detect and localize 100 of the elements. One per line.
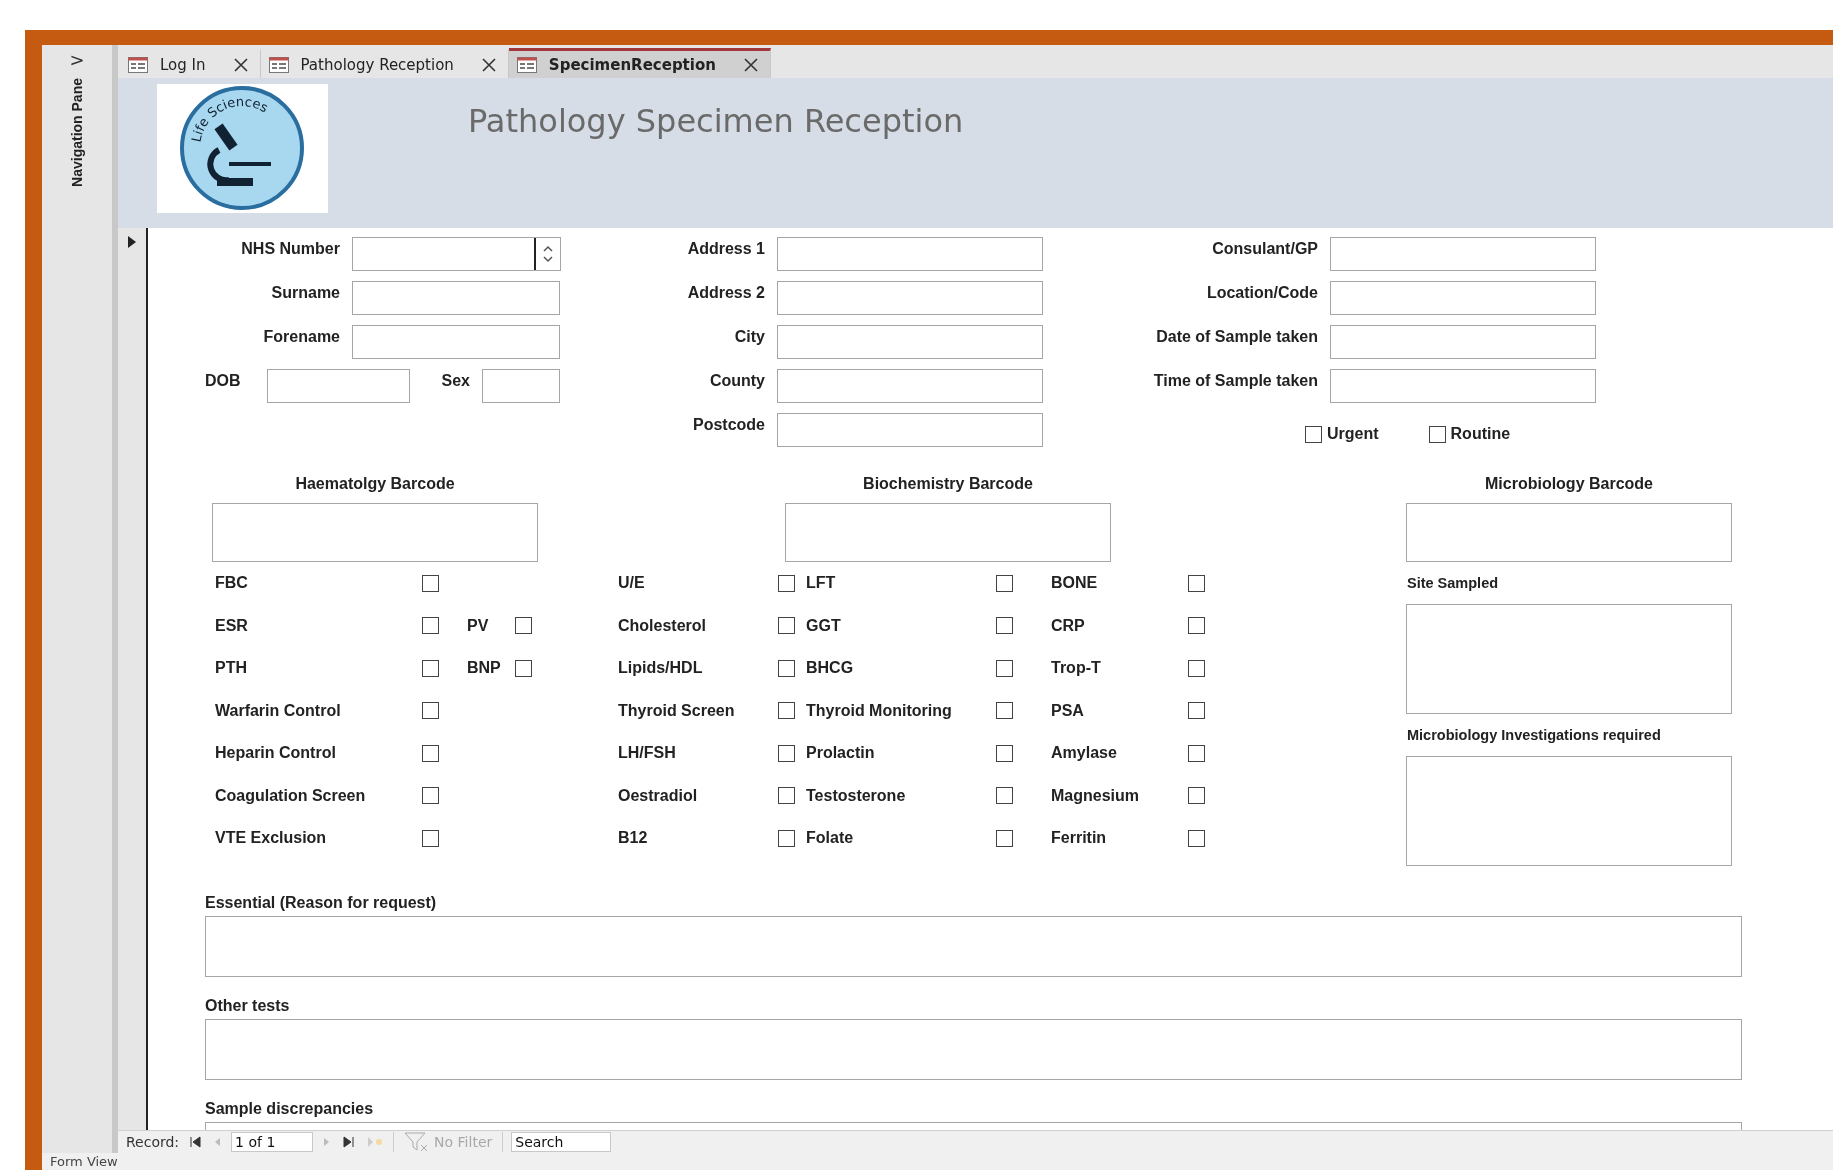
checkbox[interactable] xyxy=(515,617,532,635)
checkbox[interactable] xyxy=(1188,829,1205,847)
input-field[interactable] xyxy=(352,281,560,315)
checkbox[interactable] xyxy=(778,787,795,805)
checkbox[interactable] xyxy=(422,787,439,805)
field-label: Other tests xyxy=(205,997,290,1015)
field-label: Essential (Reason for request) xyxy=(205,894,437,912)
input-field[interactable] xyxy=(267,369,410,403)
test-label: Ferritin xyxy=(1051,829,1108,848)
checkbox[interactable] xyxy=(1188,574,1205,592)
close-icon[interactable] xyxy=(743,57,758,72)
test-label: FBC xyxy=(215,574,249,593)
checkbox[interactable] xyxy=(996,787,1013,805)
expand-button[interactable]: > xyxy=(65,49,89,70)
checkbox[interactable] xyxy=(996,659,1013,677)
checkbox[interactable] xyxy=(1188,787,1205,805)
field-label: Date of Sample taken xyxy=(1156,328,1318,345)
checkbox[interactable] xyxy=(778,702,795,720)
checkbox[interactable] xyxy=(422,702,439,720)
field-label: Location/Code xyxy=(1206,284,1318,301)
document-tab[interactable]: SpecimenReception xyxy=(508,48,771,78)
checkbox[interactable] xyxy=(996,744,1013,762)
field-label: Postcode xyxy=(693,416,765,433)
input-field[interactable] xyxy=(777,237,1043,271)
checkbox[interactable] xyxy=(778,829,795,847)
checkbox[interactable] xyxy=(1305,425,1322,443)
test-label: LFT xyxy=(806,574,837,593)
checkbox[interactable] xyxy=(515,659,532,677)
barcode-field[interactable] xyxy=(1406,503,1732,562)
checkbox[interactable] xyxy=(996,574,1013,592)
test-label: VTE Exclusion xyxy=(215,829,328,848)
form-icon xyxy=(128,56,148,73)
checkbox[interactable] xyxy=(1188,659,1205,677)
checkbox[interactable] xyxy=(778,744,795,762)
field-label: Address 2 xyxy=(687,284,765,301)
checkbox[interactable] xyxy=(1188,702,1205,720)
test-label: Prolactin xyxy=(806,744,876,763)
checkbox[interactable] xyxy=(778,659,795,677)
input-field[interactable] xyxy=(777,281,1043,315)
status-bar-text: Form View xyxy=(50,1154,118,1169)
input-field[interactable] xyxy=(1330,281,1596,315)
barcode-field[interactable] xyxy=(785,503,1111,562)
test-label: Warfarin Control xyxy=(215,701,342,720)
test-label: Trop-T xyxy=(1051,659,1102,678)
checkbox[interactable] xyxy=(1188,744,1205,762)
field-label: Address 1 xyxy=(687,240,765,257)
input-field[interactable] xyxy=(1330,325,1596,359)
test-label: Thyroid Monitoring xyxy=(806,701,953,720)
checkbox[interactable] xyxy=(996,829,1013,847)
checkbox[interactable] xyxy=(422,744,439,762)
test-label: Amylase xyxy=(1051,744,1118,763)
close-icon[interactable] xyxy=(481,57,496,72)
input-field[interactable] xyxy=(1330,369,1596,403)
field-label: Sex xyxy=(441,372,470,389)
section-heading: Biochemistry Barcode xyxy=(863,475,1033,493)
test-label: Thyroid Screen xyxy=(618,701,736,720)
checkbox[interactable] xyxy=(778,574,795,592)
number-spin-field[interactable] xyxy=(352,237,561,271)
checkbox[interactable] xyxy=(422,574,439,592)
test-label: Testosterone xyxy=(806,786,907,805)
checkbox[interactable] xyxy=(996,702,1013,720)
checkbox[interactable] xyxy=(1428,425,1446,443)
field-label: DOB xyxy=(205,372,241,389)
record-position-field[interactable]: 1 of 1 xyxy=(231,1132,314,1152)
spin-arrows-icon[interactable] xyxy=(542,243,554,265)
input-field[interactable] xyxy=(1406,756,1732,866)
test-label: CRP xyxy=(1051,616,1086,635)
checkbox[interactable] xyxy=(422,659,439,677)
test-label: LH/FSH xyxy=(618,744,677,763)
checkbox[interactable] xyxy=(778,617,795,635)
barcode-field[interactable] xyxy=(212,503,538,562)
input-field[interactable] xyxy=(482,369,560,403)
test-label: Oestradiol xyxy=(618,786,699,805)
input-field[interactable] xyxy=(777,413,1043,447)
field-label: Forename xyxy=(263,328,340,345)
field-label: County xyxy=(709,372,765,389)
checkbox[interactable] xyxy=(1188,617,1205,635)
field-label: Consulant/GP xyxy=(1212,240,1318,257)
field-label: Time of Sample taken xyxy=(1153,372,1318,389)
form-title: Pathology Specimen Reception xyxy=(468,102,964,140)
form-icon xyxy=(268,56,289,73)
test-label: BONE xyxy=(1051,574,1099,593)
test-label: Heparin Control xyxy=(215,744,337,763)
record-selector-icon[interactable] xyxy=(127,236,137,248)
search-field[interactable]: Search xyxy=(511,1132,612,1152)
input-field[interactable] xyxy=(777,369,1043,403)
first-record-icon[interactable] xyxy=(187,1136,204,1148)
checkbox[interactable] xyxy=(422,829,439,847)
test-label: PTH xyxy=(215,659,248,678)
input-field[interactable] xyxy=(777,325,1043,359)
close-icon[interactable] xyxy=(233,57,248,72)
test-label: BHCG xyxy=(806,659,855,678)
checkbox[interactable] xyxy=(996,617,1013,635)
input-field[interactable] xyxy=(1406,604,1732,714)
field-label: Site Sampled xyxy=(1407,575,1499,591)
checkbox-label: Urgent xyxy=(1327,425,1379,443)
input-field[interactable] xyxy=(1330,237,1596,271)
checkbox[interactable] xyxy=(422,617,439,635)
input-field[interactable] xyxy=(352,325,560,359)
test-label: ESR xyxy=(215,616,249,635)
